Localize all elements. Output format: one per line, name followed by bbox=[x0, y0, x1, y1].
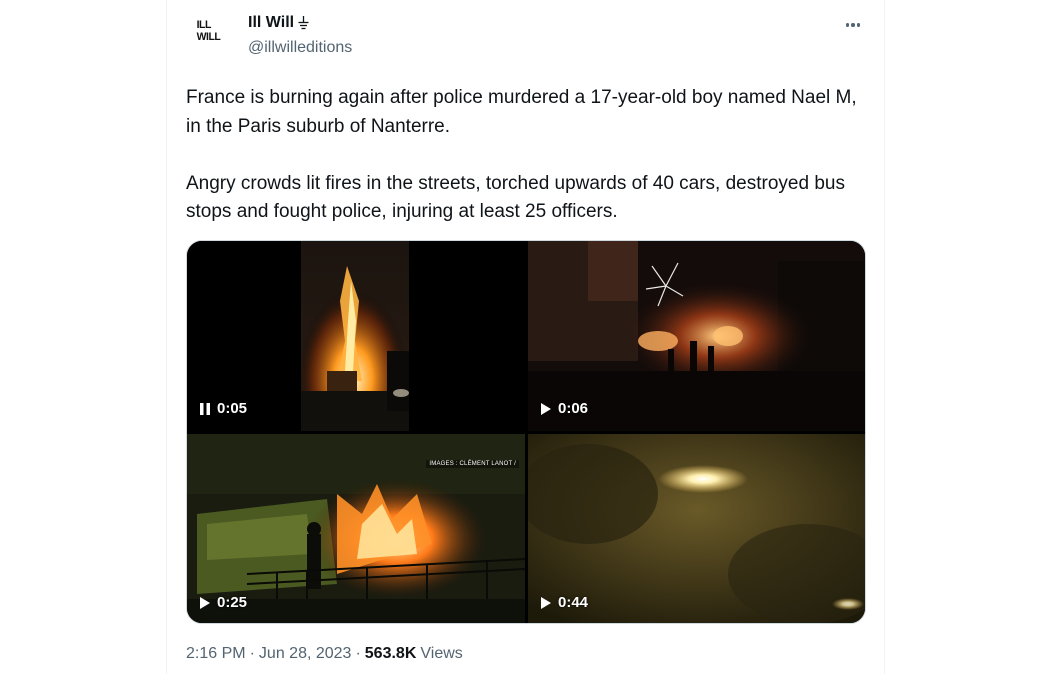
tweet-card: ILL WILL Ill Will @illwilleditions Franc… bbox=[166, 0, 885, 674]
views-label: Views bbox=[420, 645, 463, 662]
more-options-button[interactable] bbox=[842, 14, 864, 36]
views-count: 563.8K bbox=[364, 645, 417, 662]
video-badge-3: 0:25 bbox=[199, 594, 247, 611]
tweet-metadata: 2:16 PM · Jun 28, 2023 · 563.8K Views bbox=[186, 645, 463, 663]
play-icon[interactable] bbox=[540, 596, 552, 610]
video-badge-1: 0:05 bbox=[199, 400, 247, 417]
video-duration-3: 0:25 bbox=[217, 594, 248, 611]
display-name[interactable]: Ill Will bbox=[248, 14, 294, 32]
video-duration-4: 0:44 bbox=[558, 594, 589, 611]
tweet-time[interactable]: 2:16 PM bbox=[186, 645, 246, 663]
play-icon[interactable] bbox=[540, 402, 552, 416]
ill-will-logo: ILL WILL bbox=[196, 19, 220, 43]
media-grid: 0:05 0:06 IMAGES: CLÉMENT LANOT / 0:25 … bbox=[186, 240, 866, 624]
separator: · bbox=[249, 645, 255, 662]
video-duration-1: 0:05 bbox=[217, 400, 248, 417]
video-thumbnail-2[interactable]: 0:06 bbox=[528, 241, 865, 431]
video-thumbnail-3[interactable]: IMAGES : CLÉMENT LANOT / 0:25 bbox=[187, 434, 525, 623]
tweet-text: France is burning again after police mur… bbox=[186, 87, 857, 222]
author-name-row: Ill Will bbox=[248, 14, 309, 32]
tweet-date[interactable]: Jun 28, 2023 bbox=[259, 645, 352, 663]
image-credit: IMAGES : CLÉMENT LANOT / bbox=[426, 460, 519, 468]
play-icon[interactable] bbox=[199, 596, 211, 610]
author-handle[interactable]: @illwilleditions bbox=[248, 39, 352, 57]
pause-icon[interactable] bbox=[199, 402, 211, 416]
video-thumbnail-1[interactable]: 0:05 bbox=[187, 241, 525, 431]
ground-symbol-icon bbox=[298, 16, 309, 30]
more-dots-icon bbox=[845, 23, 850, 27]
video-badge-4: 0:44 bbox=[540, 594, 588, 611]
video-badge-2: 0:06 bbox=[540, 400, 588, 417]
separator: · bbox=[355, 645, 361, 662]
avatar[interactable]: ILL WILL bbox=[184, 7, 232, 55]
video-thumbnail-4[interactable]: 0:44 bbox=[528, 434, 865, 623]
video-duration-2: 0:06 bbox=[558, 400, 589, 417]
